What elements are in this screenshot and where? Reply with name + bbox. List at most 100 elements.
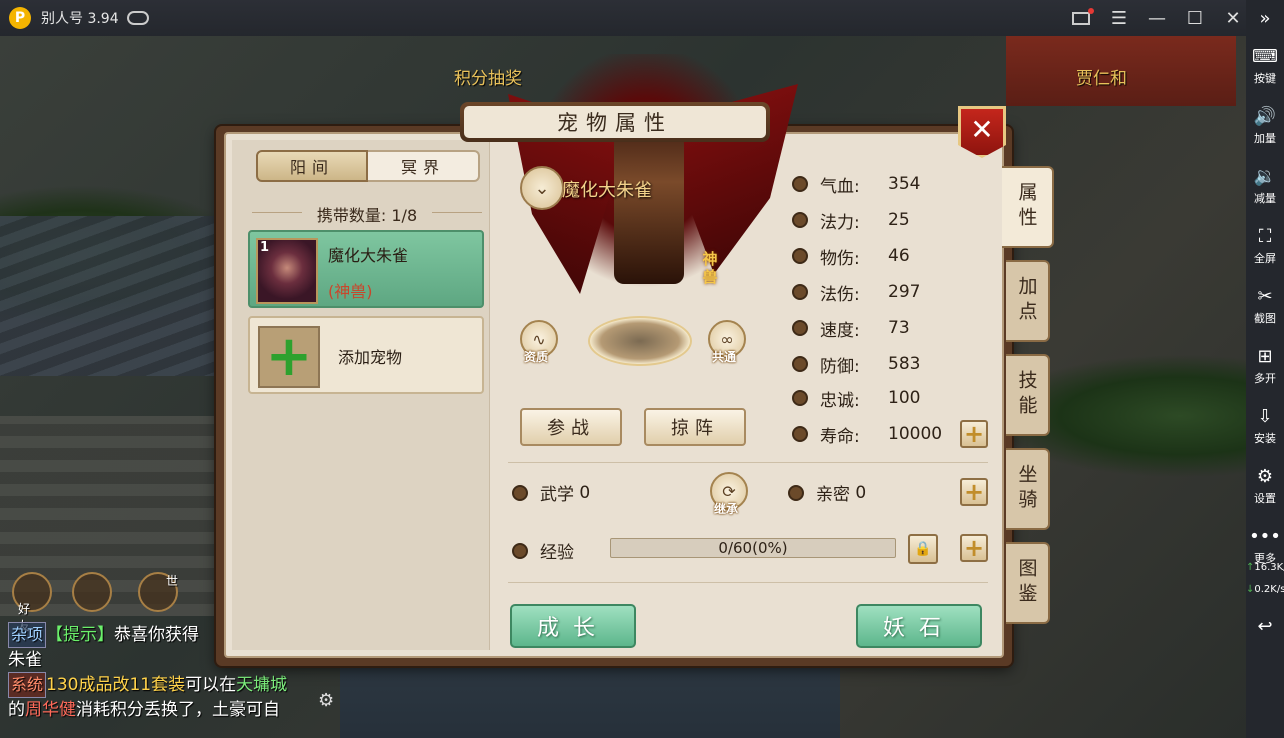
sidebar-item-volume-up[interactable]: 🔊 加量 — [1246, 106, 1284, 146]
tab-mount[interactable]: 坐骑 — [1006, 448, 1050, 530]
shield-icon — [792, 356, 808, 372]
refresh-icon: ⟳ — [722, 481, 736, 501]
sidebar-item-settings[interactable]: ⚙ 设置 — [1246, 466, 1284, 506]
volume-down-icon: 🔉 — [1253, 166, 1277, 187]
chat-item-link[interactable]: 130成品改11套装 — [46, 675, 185, 695]
world-channel-label: 世 — [166, 574, 179, 588]
demon-stone-button[interactable]: 妖石 — [856, 604, 982, 648]
close-window-button[interactable]: ✕ — [1222, 7, 1244, 29]
minimize-button[interactable]: — — [1146, 7, 1168, 29]
add-lifespan-button[interactable]: + — [960, 420, 988, 448]
handshake-icon — [792, 390, 808, 406]
menu-button[interactable]: ☰ — [1108, 7, 1130, 29]
system-tag: 系统 — [8, 672, 47, 698]
exp-icon — [512, 542, 528, 559]
roof-left — [0, 216, 220, 376]
chat-text: 恭喜你获得 — [114, 625, 200, 645]
tab-add-points[interactable]: 加点 — [1006, 260, 1050, 342]
tab-attributes[interactable]: 属性 — [1002, 166, 1054, 248]
sidebar-item-keys[interactable]: ⌨ 按键 — [1246, 46, 1284, 86]
sidebar-item-volume-down[interactable]: 🔉 减量 — [1246, 166, 1284, 206]
fullscreen-icon: ⛶ — [1258, 226, 1272, 247]
exp-lock-button[interactable]: 🔒 — [908, 534, 938, 564]
plus-icon: + — [963, 420, 985, 448]
drop-icon — [792, 212, 808, 228]
grow-button[interactable]: 成长 — [510, 604, 636, 648]
collapse-sidebar-button[interactable]: » — [1246, 8, 1284, 32]
npc-label-jia-renhe[interactable]: 贾仁和 — [1076, 64, 1127, 89]
chat-bubble-button[interactable] — [72, 572, 112, 612]
hint-tag: 【提示】 — [46, 625, 115, 645]
keyboard-icon: ⌨ — [1252, 46, 1278, 67]
pet-level: 1 — [260, 240, 270, 255]
sidebar-item-install[interactable]: ⇩ 安装 — [1246, 406, 1284, 446]
exp-progress-text: 0/60(0%) — [718, 539, 788, 557]
add-exp-button[interactable]: + — [960, 534, 988, 562]
sidebar-item-more[interactable]: ••• 更多 — [1246, 526, 1284, 566]
plus-icon: + — [963, 534, 985, 562]
sidebar-item-label: 安装 — [1254, 432, 1276, 445]
martial-row: 武学 0 — [512, 480, 590, 505]
sidebar-item-multi[interactable]: ⊞ 多开 — [1246, 346, 1284, 386]
add-pet-button[interactable]: + 添加宠物 — [248, 316, 484, 394]
attr-defense: 防御: 583 — [792, 352, 972, 377]
chat-settings-icon[interactable]: ⚙ — [318, 690, 334, 711]
attr-mp: 法力: 25 — [792, 208, 972, 233]
infinity-icon: ∞ — [720, 329, 734, 349]
sidebar-item-label: 按键 — [1254, 72, 1276, 85]
inherit-label: 继承 — [714, 502, 739, 516]
formation-button[interactable]: 掠阵 — [644, 408, 746, 446]
tab-codex[interactable]: 图鉴 — [1006, 542, 1050, 624]
sidebar-item-label: 全屏 — [1254, 252, 1276, 265]
attr-hp: 气血: 354 — [792, 172, 972, 197]
tab-ming-realm[interactable]: 冥界 — [368, 150, 480, 182]
carry-value: 1/8 — [391, 206, 418, 225]
pet-dropdown-button[interactable]: ⌄ — [520, 166, 564, 210]
maximize-button[interactable]: ☐ — [1184, 7, 1206, 29]
back-button[interactable]: ↩ — [1246, 616, 1284, 640]
chat-line: 系统 130成品改11套装可以在天墉城 — [8, 672, 328, 698]
mail-icon — [1072, 7, 1094, 25]
flame-icon — [792, 284, 808, 300]
download-speed: ↓0.2K/s — [1246, 584, 1284, 595]
divider — [508, 462, 988, 463]
share-label: 共通 — [712, 350, 737, 364]
volume-up-icon: 🔊 — [1253, 106, 1277, 127]
attr-magic-damage: 法伤: 297 — [792, 280, 972, 305]
pet-type: (神兽) — [328, 282, 373, 301]
more-icon: ••• — [1249, 526, 1281, 547]
chat-player-link[interactable]: 周华健 — [25, 700, 76, 720]
app-title: 别人号 3.94 — [41, 11, 119, 27]
divine-beast-badge: 神兽 — [702, 250, 718, 286]
pet-list-item[interactable]: 1 魔化大朱雀 (神兽) — [248, 230, 484, 308]
tab-skills[interactable]: 技能 — [1006, 354, 1050, 436]
pet-panel: 阳间 冥界 携带数量: 1/8 1 魔化大朱雀 (神兽) + 添加宠物 魔化大朱… — [216, 54, 1054, 666]
carry-count: 携带数量: 1/8 — [252, 202, 482, 226]
npc-label-lottery[interactable]: 积分抽奖 — [454, 64, 522, 89]
hourglass-icon — [792, 426, 808, 442]
emulator-titlebar: P 别人号 3.94 ☰ — ☐ ✕ — [0, 0, 1284, 36]
attr-physical-damage: 物伤: 46 — [792, 244, 972, 269]
maximize-icon: ☐ — [1186, 7, 1204, 29]
misc-tag: 杂项 — [8, 622, 47, 648]
panel-body: 阳间 冥界 携带数量: 1/8 1 魔化大朱雀 (神兽) + 添加宠物 魔化大朱… — [224, 54, 1004, 658]
intimacy-icon — [788, 484, 804, 501]
gamepad-icon[interactable] — [126, 11, 149, 25]
sidebar-item-screenshot[interactable]: ✂ 截图 — [1246, 286, 1284, 326]
mail-button[interactable] — [1070, 7, 1094, 29]
tab-yang-realm[interactable]: 阳间 — [256, 150, 368, 182]
menu-icon: ☰ — [1110, 7, 1128, 29]
add-intimacy-button[interactable]: + — [960, 478, 988, 506]
chat-text: 的 — [8, 700, 25, 720]
sword-icon — [792, 248, 808, 264]
close-icon: ✕ — [970, 113, 994, 146]
chat-place-link[interactable]: 天墉城 — [236, 675, 287, 695]
sidebar-item-fullscreen[interactable]: ⛶ 全屏 — [1246, 226, 1284, 266]
emulator-sidebar: » ⌨ 按键 🔊 加量 🔉 减量 ⛶ 全屏 ✂ 截图 ⊞ 多开 ⇩ 安装 ⚙ 设置 ••• 更多 … — [1246, 0, 1284, 738]
pet-pedestal — [588, 316, 692, 366]
back-icon: ↩ — [1257, 616, 1273, 637]
chevron-down-icon: ⌄ — [534, 177, 550, 199]
plus-icon: + — [963, 478, 985, 506]
chat-text: 朱雀 — [8, 650, 42, 670]
battle-button[interactable]: 参战 — [520, 408, 622, 446]
